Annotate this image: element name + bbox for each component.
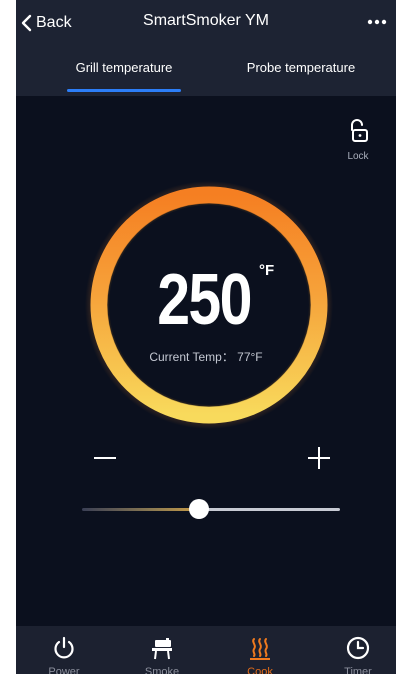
set-temperature: 250 bbox=[157, 260, 252, 340]
decrease-temp-button[interactable] bbox=[88, 446, 124, 470]
bottom-nav-cook[interactable]: Cook bbox=[220, 626, 300, 674]
clock-icon bbox=[346, 636, 370, 660]
smoker-icon bbox=[152, 638, 172, 660]
ellipsis-icon bbox=[367, 19, 387, 25]
bottom-nav: Power Smoke Cook Timer bbox=[16, 626, 396, 674]
plus-icon bbox=[308, 447, 330, 469]
slider-track-empty bbox=[199, 508, 340, 511]
slider-thumb[interactable] bbox=[189, 499, 209, 519]
active-tab-indicator bbox=[67, 89, 181, 92]
temperature-unit: °F bbox=[259, 262, 275, 279]
heat-icon bbox=[250, 638, 270, 660]
bottom-nav-power[interactable]: Power bbox=[24, 626, 104, 674]
app-screen: Back SmartSmoker YM Grill temperature Pr… bbox=[16, 0, 396, 674]
current-temperature: Current Temp： 77°F bbox=[149, 350, 263, 364]
header: Back SmartSmoker YM Grill temperature Pr… bbox=[16, 0, 396, 96]
lock-button[interactable]: Lock bbox=[334, 118, 382, 168]
temperature-slider[interactable] bbox=[82, 496, 342, 524]
bottom-nav-smoke[interactable]: Smoke bbox=[122, 626, 202, 674]
bottom-nav-label: Timer bbox=[344, 666, 372, 674]
tab-grill-temperature[interactable]: Grill temperature bbox=[60, 60, 188, 75]
lock-label: Lock bbox=[347, 151, 369, 162]
bottom-nav-label: Power bbox=[48, 666, 80, 674]
tab-probe-temperature[interactable]: Probe temperature bbox=[226, 60, 376, 75]
more-button[interactable] bbox=[362, 12, 392, 32]
bottom-nav-label: Cook bbox=[247, 666, 273, 674]
bottom-nav-timer[interactable]: Timer bbox=[318, 626, 396, 674]
power-icon bbox=[54, 636, 74, 659]
unlock-icon bbox=[351, 119, 368, 142]
increase-temp-button[interactable] bbox=[301, 442, 337, 474]
bottom-nav-label: Smoke bbox=[144, 666, 180, 674]
page-title: SmartSmoker YM bbox=[143, 12, 269, 29]
slider-track-filled bbox=[82, 508, 199, 511]
minus-icon bbox=[94, 457, 116, 459]
